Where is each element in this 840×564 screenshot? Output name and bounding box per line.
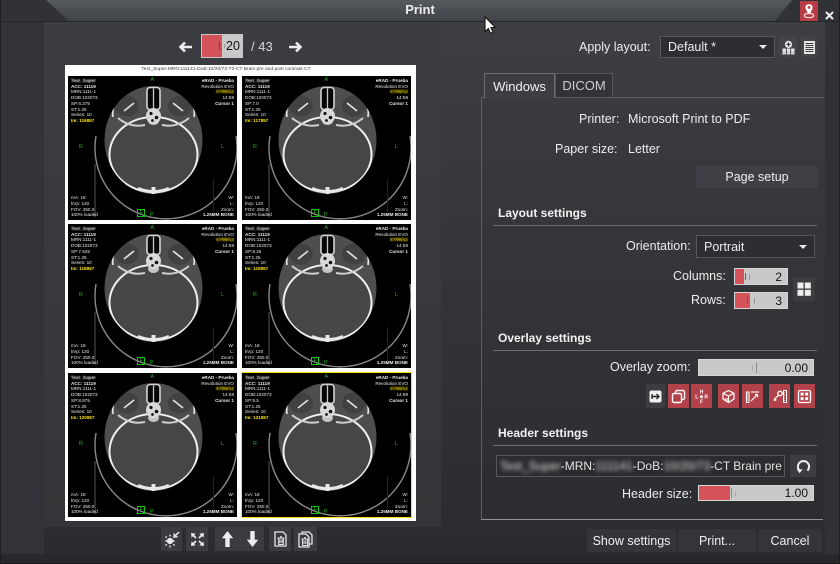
svg-text:F: F	[700, 399, 703, 404]
svg-text:H: H	[700, 389, 704, 395]
svg-text:L: L	[695, 394, 698, 400]
svg-text:R: R	[704, 394, 708, 400]
